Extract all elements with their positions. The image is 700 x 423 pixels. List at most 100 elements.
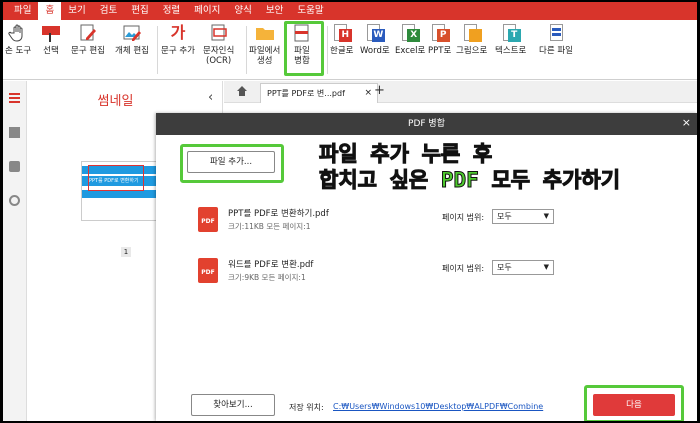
file-name: PPT를 PDF로 변환하기.pdf: [228, 209, 329, 219]
tool-label: 파일에서 생성: [249, 46, 281, 66]
left-sidebar: [3, 81, 27, 421]
create-from-file-button[interactable]: 파일에서 생성: [249, 23, 280, 66]
page-range-value: 모두: [497, 263, 512, 272]
tool-label: 한글로: [330, 46, 354, 56]
tool-label: 그림으로: [456, 46, 488, 56]
chevron-down-icon: ▼: [543, 212, 549, 220]
bookmark-icon[interactable]: [9, 127, 20, 138]
menu-file[interactable]: 파일: [7, 2, 38, 20]
excel-icon: X: [400, 23, 421, 43]
menu-view[interactable]: 보기: [61, 2, 92, 20]
file-name: 워드를 PDF로 변환.pdf: [228, 260, 314, 270]
save-location-path[interactable]: C:₩Users₩Windows10₩Desktop₩ALPDF₩Combine: [333, 402, 543, 411]
word-icon: W: [365, 23, 385, 43]
document-tab-label: PPT를 PDF로 변...pdf: [267, 89, 345, 98]
pdf-file-icon: PDF: [198, 258, 218, 283]
tool-label: 개체 편집: [115, 46, 149, 56]
app-window: 파일 홈 보기 검토 편집 정렬 페이지 양식 보안 도움말 손 도구 선택 문…: [3, 2, 697, 421]
toolbar-divider: [327, 26, 328, 74]
page-range-select[interactable]: 모두 ▼: [492, 209, 554, 224]
page-range-value: 모두: [497, 212, 512, 221]
search-icon[interactable]: [9, 195, 20, 206]
to-image-button[interactable]: 그림으로: [456, 23, 487, 56]
pdf-merge-dialog: PDF 병합 × 파일 추가... 파일 추가 누른 후 합치고 싶은 PDF …: [156, 113, 697, 421]
to-word-button[interactable]: W Word로: [360, 23, 390, 56]
browse-button[interactable]: 찾아보기...: [191, 394, 275, 416]
save-location-label: 저장 위치:: [289, 403, 324, 412]
toolbar-divider: [157, 26, 158, 74]
home-icon[interactable]: [236, 85, 248, 97]
to-ppt-button[interactable]: P PPT로: [428, 23, 451, 56]
tool-label: 문자인식 (OCR): [203, 46, 235, 66]
file-list-item[interactable]: PDF 워드를 PDF로 변환.pdf 크기:9KB 모든 페이지:1 페이지 …: [198, 258, 554, 288]
tool-label: Excel로: [395, 46, 426, 56]
edit-object-button[interactable]: 개체 편집: [115, 23, 149, 56]
tool-label: 문구 편집: [71, 46, 105, 56]
edit-text-button[interactable]: 문구 편집: [71, 23, 105, 56]
add-tab-icon[interactable]: +: [374, 83, 385, 98]
close-icon[interactable]: ×: [682, 116, 691, 129]
comment-icon[interactable]: [9, 161, 20, 172]
thumb-page-text: PPT를 PDF로 변환하기: [89, 178, 139, 184]
to-hwp-button[interactable]: H 한글로: [330, 23, 353, 56]
menu-home[interactable]: 홈: [38, 2, 62, 20]
document-tab-bar: PPT를 PDF로 변...pdf × +: [224, 81, 697, 103]
file-meta: 크기:9KB 모든 페이지:1: [228, 273, 306, 282]
document-tab[interactable]: PPT를 PDF로 변...pdf ×: [260, 83, 378, 103]
menu-bar: 파일 홈 보기 검토 편집 정렬 페이지 양식 보안 도움말: [3, 2, 697, 20]
dialog-title: PDF 병합: [408, 119, 445, 129]
other-file-icon: [546, 23, 566, 43]
file-list-item[interactable]: PDF PPT를 PDF로 변환하기.pdf 크기:11KB 모든 페이지:1 …: [198, 207, 554, 237]
folder-icon: [255, 28, 274, 40]
tool-label: 다른 파일: [539, 46, 573, 56]
tool-label: 텍스트로: [495, 46, 527, 56]
select-tool-button[interactable]: 선택: [41, 23, 61, 56]
toolbar-divider: [246, 26, 247, 74]
menu-security[interactable]: 보안: [259, 2, 290, 20]
tool-label: 문구 추가: [161, 46, 195, 56]
ppt-icon: P: [430, 23, 450, 43]
ocr-button[interactable]: 문자인식 (OCR): [203, 23, 234, 66]
tool-label: 선택: [43, 46, 59, 56]
edit-text-icon: [80, 24, 96, 41]
instruction-annotation: 파일 추가 누른 후 합치고 싶은 PDF 모두 추가하기: [318, 141, 621, 193]
menu-form[interactable]: 양식: [227, 2, 258, 20]
menu-page[interactable]: 페이지: [187, 2, 227, 20]
chevron-down-icon: ▼: [543, 263, 549, 271]
collapse-panel-icon[interactable]: ‹: [208, 90, 213, 105]
ocr-icon: [211, 24, 227, 41]
menu-arrange[interactable]: 정렬: [156, 2, 187, 20]
page-range-label: 페이지 범위:: [442, 264, 485, 273]
add-text-button[interactable]: 가 문구 추가: [161, 23, 195, 56]
annotation-line: 파일 추가 누른 후: [318, 142, 493, 167]
text-select-icon: [41, 23, 61, 43]
close-tab-icon[interactable]: ×: [364, 84, 372, 103]
to-excel-button[interactable]: X Excel로: [395, 23, 425, 56]
page-number: 1: [121, 247, 131, 257]
to-other-file-button[interactable]: 다른 파일: [539, 23, 573, 56]
page-range-label: 페이지 범위:: [442, 213, 485, 222]
hand-tool-button[interactable]: 손 도구: [5, 23, 31, 56]
tool-label: Word로: [360, 46, 390, 56]
tool-label: PPT로: [428, 46, 452, 56]
pdf-file-icon: PDF: [198, 207, 218, 232]
dialog-header: PDF 병합 ×: [156, 113, 697, 135]
next-button[interactable]: 다음: [593, 394, 675, 416]
file-meta: 크기:11KB 모든 페이지:1: [228, 222, 311, 231]
menu-help[interactable]: 도움말: [290, 2, 330, 20]
menu-review[interactable]: 검토: [93, 2, 124, 20]
merge-highlight-box: [284, 21, 324, 76]
tool-label: 손 도구: [5, 46, 32, 56]
ribbon-toolbar: 손 도구 선택 문구 편집 개체 편집 가 문구 추가 문자인식 (OCR) 파…: [3, 20, 697, 80]
add-files-button[interactable]: 파일 추가...: [187, 151, 275, 173]
menu-edit[interactable]: 편집: [124, 2, 155, 20]
edit-object-icon: [123, 25, 141, 41]
thumbnail-panel-title: 썸네일: [97, 94, 134, 109]
annotation-line: 합치고 싶은 PDF 모두 추가하기: [318, 168, 621, 193]
image-icon: [462, 23, 482, 43]
add-text-icon: 가: [170, 23, 186, 42]
thumbnail-list-icon[interactable]: [9, 93, 20, 104]
to-text-button[interactable]: T 텍스트로: [495, 23, 526, 56]
page-range-select[interactable]: 모두 ▼: [492, 260, 554, 275]
hand-icon: [8, 24, 23, 42]
